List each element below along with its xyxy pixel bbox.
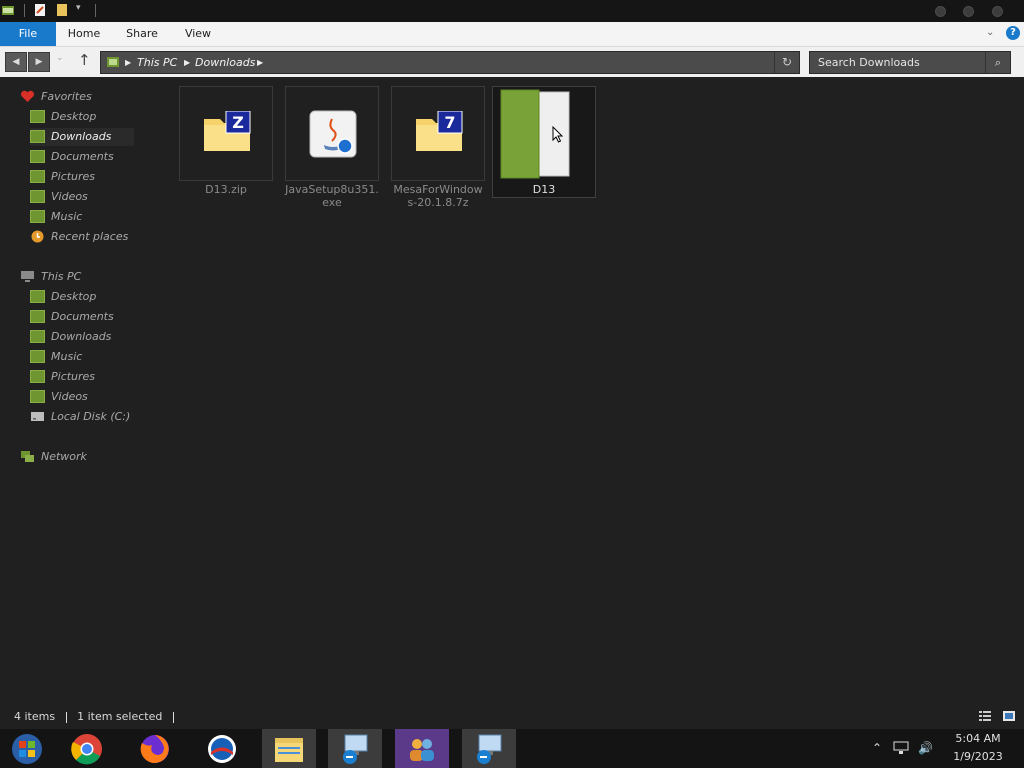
explorer-icon[interactable] — [1, 3, 15, 17]
status-selection: 1 item selected — [77, 710, 163, 723]
documents-icon — [30, 310, 45, 323]
file-tile-java-setup[interactable] — [285, 86, 379, 181]
tab-file[interactable]: File — [0, 22, 56, 46]
search-box[interactable]: ⌕ — [809, 51, 1011, 74]
forward-button[interactable]: ▶ — [28, 52, 50, 72]
chrome-icon — [71, 734, 102, 765]
taskbar-mail[interactable] — [195, 729, 249, 768]
close-button[interactable] — [992, 6, 1003, 17]
taskbar-file-explorer[interactable] — [262, 729, 316, 768]
videos-icon — [30, 190, 45, 203]
recent-places-icon — [31, 230, 44, 243]
file-name-mesa-line1: MesaForWindow — [393, 183, 483, 196]
large-icons-view-icon[interactable] — [1002, 710, 1016, 722]
file-name-d13-zip: D13.zip — [205, 183, 247, 196]
start-orb-icon — [12, 734, 42, 764]
drive-icon — [31, 412, 44, 421]
quick-access-separator — [24, 4, 25, 17]
desktop-icon — [30, 110, 45, 123]
mail-app-icon — [208, 735, 236, 763]
title-bar: ▾ — [0, 0, 1024, 22]
java-setup-icon — [309, 110, 357, 158]
minimize-button[interactable] — [935, 6, 946, 17]
tab-view[interactable]: View — [180, 22, 216, 46]
address-bar[interactable]: ▶ This PC ▶ Downloads ▶ ↻ — [100, 51, 800, 74]
taskbar — [0, 729, 1024, 768]
svg-text:Z: Z — [232, 113, 244, 132]
tab-share[interactable]: Share — [122, 22, 162, 46]
network-icon — [21, 451, 34, 462]
pictures-icon — [30, 170, 45, 183]
status-separator — [172, 711, 174, 723]
breadcrumb-this-pc[interactable]: This PC — [137, 52, 177, 73]
clock-date[interactable]: 1/9/2023 — [948, 750, 1008, 763]
file-tile-d13-zip[interactable]: Z — [179, 86, 273, 181]
pictures-icon — [30, 370, 45, 383]
heart-icon — [21, 90, 34, 102]
show-hidden-icons-chevron-icon[interactable]: ⌃ — [872, 741, 882, 755]
videos-icon — [30, 390, 45, 403]
status-item-count: 4 items — [14, 710, 56, 723]
breadcrumb-arrow-icon: ▶ — [125, 58, 132, 67]
file-name-d13-folder: D13 — [532, 183, 556, 196]
computer-icon — [21, 271, 34, 282]
recent-locations-chevron-icon[interactable]: ⌄ — [56, 53, 64, 63]
svg-text:7: 7 — [444, 113, 455, 132]
file-name-mesa-line2: s-20.1.8.7z — [407, 196, 469, 209]
network-status-icon[interactable] — [893, 741, 909, 755]
clock-time[interactable]: 5:04 AM — [948, 732, 1008, 745]
tab-home[interactable]: Home — [64, 22, 104, 46]
new-folder-icon[interactable] — [55, 3, 69, 17]
properties-icon[interactable] — [33, 3, 47, 17]
status-bar: 4 items 1 item selected — [14, 709, 181, 725]
this-pc-icon — [107, 57, 119, 67]
details-view-icon[interactable] — [978, 710, 992, 722]
quick-access-separator-2 — [95, 4, 96, 17]
taskbar-chrome[interactable] — [60, 729, 114, 768]
downloads-icon — [30, 130, 45, 143]
back-button[interactable]: ◀ — [5, 52, 27, 72]
remote-desktop-icon — [343, 734, 368, 764]
breadcrumb-downloads[interactable]: Downloads — [195, 52, 255, 73]
desktop-icon — [30, 290, 45, 303]
start-button[interactable] — [0, 729, 54, 768]
file-tile-d13-folder[interactable] — [497, 88, 591, 181]
file-name-java-setup-line2: exe — [322, 196, 342, 209]
taskbar-remote-desktop-2[interactable] — [462, 729, 516, 768]
breadcrumb-arrow-icon: ▶ — [257, 58, 264, 67]
breadcrumb-arrow-icon: ▶ — [184, 58, 191, 67]
up-button[interactable]: ↑ — [78, 51, 91, 69]
status-separator — [65, 711, 67, 723]
maximize-button[interactable] — [963, 6, 974, 17]
ribbon-tabs: File Home Share View ⌄ ? — [0, 22, 1024, 47]
file-tile-mesa-7z[interactable]: 7 — [391, 86, 485, 181]
help-button[interactable]: ? — [1006, 26, 1020, 40]
nav-favorites-downloads[interactable]: Downloads — [30, 128, 134, 146]
taskbar-remote-desktop[interactable] — [328, 729, 382, 768]
taskbar-firefox[interactable] — [128, 729, 182, 768]
volume-icon[interactable]: 🔊 — [918, 741, 933, 755]
music-icon — [30, 210, 45, 223]
remote-desktop-icon — [477, 734, 502, 764]
zip-archive-icon: Z — [204, 111, 251, 151]
file-explorer-icon — [275, 738, 303, 762]
music-icon — [30, 350, 45, 363]
firefox-icon — [140, 735, 169, 763]
address-toolbar: ◀ ▶ ⌄ ↑ ▶ This PC ▶ Downloads ▶ ↻ ⌕ — [0, 47, 1024, 77]
customize-quick-access-icon[interactable]: ▾ — [76, 3, 90, 17]
search-input[interactable] — [810, 52, 988, 73]
mouse-cursor-icon — [552, 126, 564, 143]
file-name-java-setup-line1: JavaSetup8u351. — [285, 183, 379, 196]
7z-archive-icon: 7 — [416, 111, 463, 151]
documents-icon — [30, 150, 45, 163]
downloads-icon — [30, 330, 45, 343]
users-icon — [410, 739, 434, 761]
expand-ribbon-chevron-icon[interactable]: ⌄ — [986, 27, 998, 39]
refresh-button[interactable]: ↻ — [774, 52, 799, 73]
search-icon[interactable]: ⌕ — [985, 52, 1010, 73]
taskbar-users[interactable] — [395, 729, 449, 768]
